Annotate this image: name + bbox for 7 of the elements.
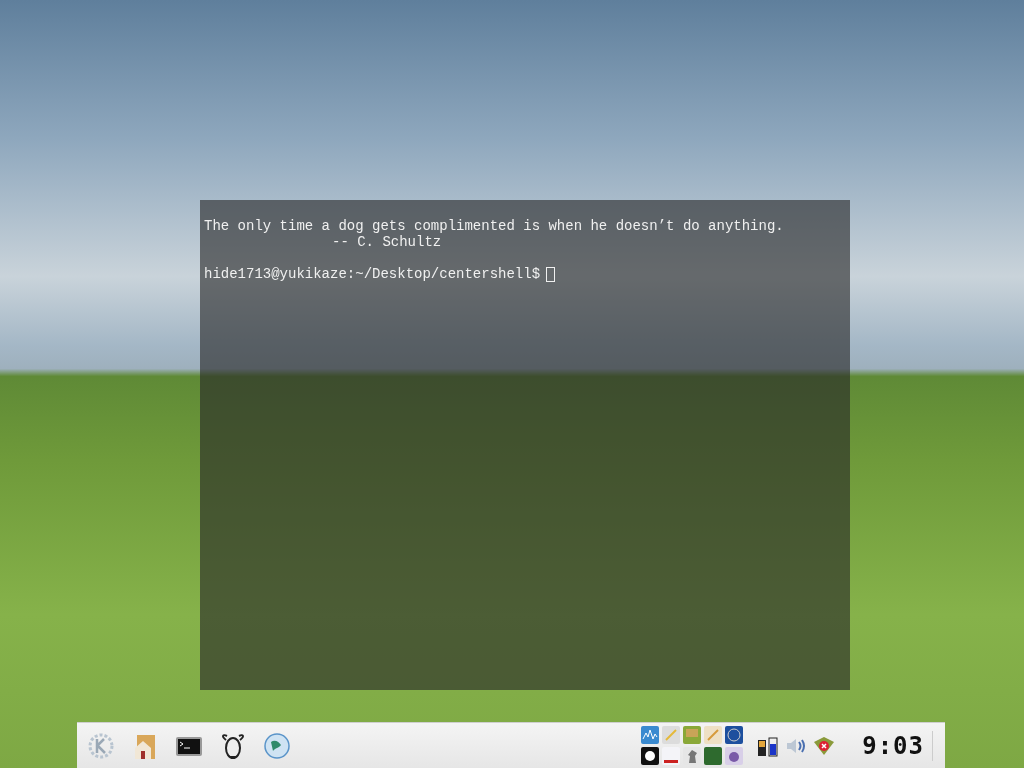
- text-cursor: [546, 266, 556, 282]
- clock-time[interactable]: 9:03: [862, 731, 924, 760]
- terminal-window[interactable]: The only time a dog gets complimented is when he doesn’t do anything. -- C. Schultz hide1713@yukikaze:~/Desktop/centershell$: [200, 200, 850, 690]
- document-icon[interactable]: [661, 746, 682, 766]
- quote-attribution: -- C. Schultz: [332, 234, 442, 250]
- quote-text: The only time a dog gets complimented is when he doesn’t do anything.: [204, 218, 784, 234]
- shell-prompt: hide1713@yukikaze:~/Desktop/centershell$: [204, 266, 541, 282]
